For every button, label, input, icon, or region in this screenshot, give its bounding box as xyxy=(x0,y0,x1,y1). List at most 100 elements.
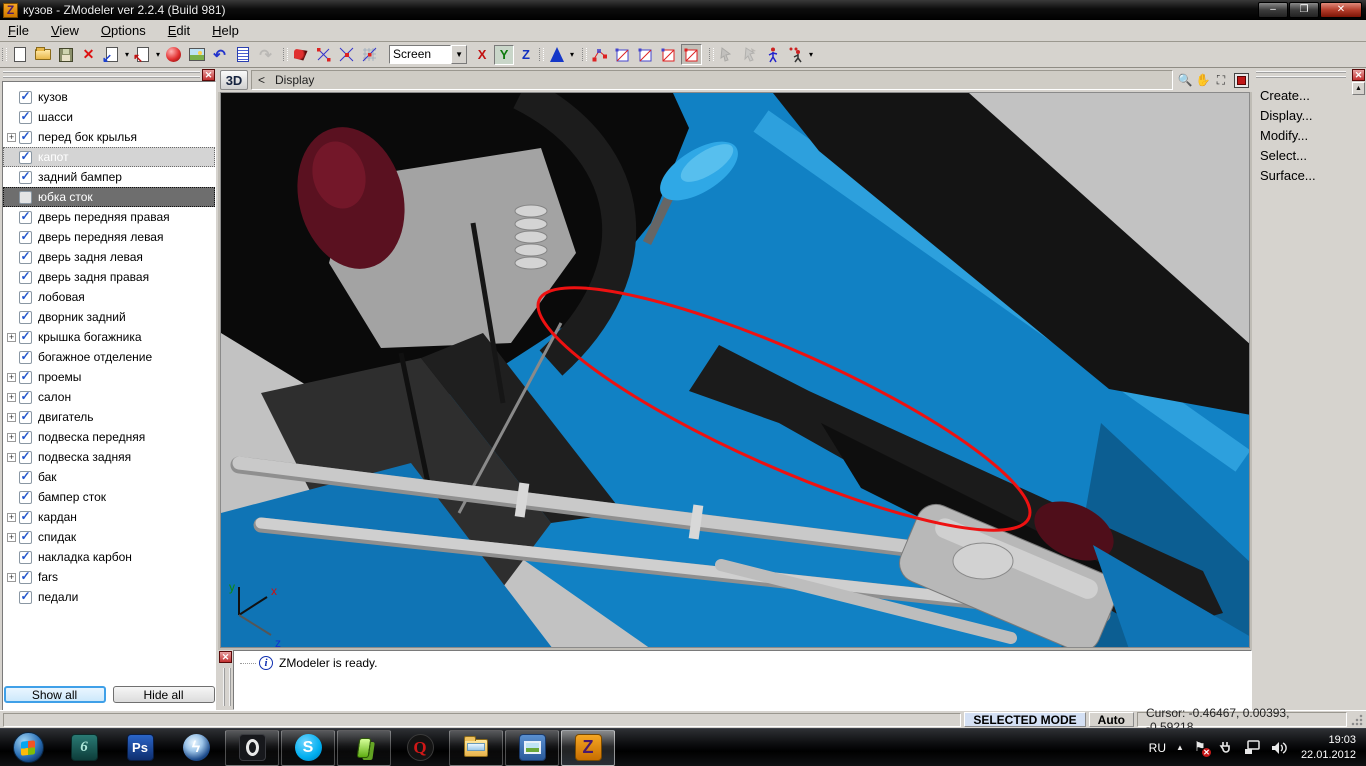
layer-row[interactable]: +✓подвеска передняя xyxy=(3,427,215,447)
save-icon[interactable] xyxy=(55,44,76,65)
expand-plus-icon[interactable]: + xyxy=(7,573,16,582)
zoom-icon[interactable]: 🔍 xyxy=(1176,71,1194,89)
taskbar-photoshop-button[interactable]: Ps xyxy=(113,730,167,766)
visibility-checkbox[interactable]: ✓ xyxy=(19,171,32,184)
visibility-checkbox[interactable]: ✓ xyxy=(19,531,32,544)
layer-row[interactable]: +✓дверь передняя левая xyxy=(3,227,215,247)
visibility-checkbox[interactable]: ✓ xyxy=(19,571,32,584)
volume-icon[interactable] xyxy=(1271,741,1287,755)
layer-row[interactable]: +✓подвеска задняя xyxy=(3,447,215,467)
dropdown-arrow-icon[interactable]: ▾ xyxy=(570,50,574,59)
axis-x-button[interactable]: X xyxy=(472,45,492,65)
history-log-icon[interactable] xyxy=(232,44,253,65)
person-multi-icon[interactable] xyxy=(785,44,806,65)
layer-row[interactable]: +✓бампер сток xyxy=(3,487,215,507)
taskbar-qip-button[interactable] xyxy=(337,730,391,766)
scroll-up-icon[interactable]: ▲ xyxy=(1352,82,1365,95)
layer-row[interactable]: +✓дверь задня левая xyxy=(3,247,215,267)
weld-icon[interactable] xyxy=(290,44,311,65)
vertex-grid-icon[interactable] xyxy=(359,44,380,65)
menu-view[interactable]: View xyxy=(43,21,93,41)
cone-icon[interactable] xyxy=(546,44,567,65)
taskbar-start-button[interactable] xyxy=(1,730,55,766)
restore-button[interactable]: ❐ xyxy=(1289,2,1319,18)
view-mode-tab[interactable]: 3D xyxy=(220,70,248,90)
export-icon[interactable]: ↖ xyxy=(132,44,153,65)
layer-row[interactable]: +✓кардан xyxy=(3,507,215,527)
delete-icon[interactable]: ✕ xyxy=(78,44,99,65)
auto-button[interactable]: Auto xyxy=(1089,712,1134,727)
resize-grip[interactable] xyxy=(1350,713,1364,727)
action-center-icon[interactable] xyxy=(1194,741,1208,755)
remove-hardware-icon[interactable] xyxy=(1218,740,1234,756)
command-surface[interactable]: Surface... xyxy=(1260,166,1350,186)
command-select[interactable]: Select... xyxy=(1260,146,1350,166)
taskbar-explorer-button[interactable] xyxy=(449,730,503,766)
taskbar-3ds-max-button[interactable]: 6 xyxy=(57,730,111,766)
command-create[interactable]: Create... xyxy=(1260,86,1350,106)
material-sphere-icon[interactable] xyxy=(163,44,184,65)
minimize-button[interactable]: – xyxy=(1258,2,1288,18)
language-indicator[interactable]: RU xyxy=(1149,741,1166,755)
expand-plus-icon[interactable]: + xyxy=(7,393,16,402)
redo-icon[interactable]: ↷ xyxy=(255,44,276,65)
command-display[interactable]: Display... xyxy=(1260,106,1350,126)
menu-help[interactable]: Help xyxy=(204,21,253,41)
show-all-button[interactable]: Show all xyxy=(4,686,106,703)
vertices-level-icon[interactable] xyxy=(589,44,610,65)
import-icon[interactable]: ↙ xyxy=(101,44,122,65)
texture-image-icon[interactable] xyxy=(186,44,207,65)
expand-plus-icon[interactable]: + xyxy=(7,133,16,142)
cube-edges-2-icon[interactable] xyxy=(635,44,656,65)
visibility-checkbox[interactable]: ✓ xyxy=(19,491,32,504)
open-folder-icon[interactable] xyxy=(32,44,53,65)
frame-select-icon[interactable]: ⛶ xyxy=(1212,71,1230,89)
commands-panel-close-icon[interactable]: ✕ xyxy=(1352,69,1365,81)
layer-row[interactable]: +✓дворник задний xyxy=(3,307,215,327)
cube-object-active-icon[interactable] xyxy=(681,44,702,65)
visibility-checkbox[interactable]: ✓ xyxy=(19,451,32,464)
vertex-cross-icon[interactable] xyxy=(336,44,357,65)
log-close-icon[interactable]: ✕ xyxy=(219,651,232,663)
expand-plus-icon[interactable]: + xyxy=(7,373,16,382)
taskbar-opera-button[interactable] xyxy=(225,730,279,766)
panel-drag-grip[interactable] xyxy=(3,71,200,78)
message-log-box[interactable]: i ZModeler is ready. xyxy=(233,650,1252,710)
visibility-checkbox[interactable]: ✓ xyxy=(19,191,32,204)
dropdown-arrow-icon[interactable]: ▾ xyxy=(156,50,160,59)
layer-row[interactable]: +✓юбка сток xyxy=(3,187,215,207)
layer-row[interactable]: +✓fars xyxy=(3,567,215,587)
lasso-icon[interactable] xyxy=(716,44,737,65)
cube-edges-icon[interactable] xyxy=(612,44,633,65)
layer-row[interactable]: +✓капот xyxy=(3,147,215,167)
visibility-checkbox[interactable]: ✓ xyxy=(19,211,32,224)
breadcrumb-back-icon[interactable]: < xyxy=(258,73,265,87)
layer-row[interactable]: +✓педали xyxy=(3,587,215,607)
viewport-canvas[interactable]: y x z xyxy=(220,92,1250,648)
network-icon[interactable] xyxy=(1244,740,1261,755)
taskbar-photoviewer-button[interactable] xyxy=(505,730,559,766)
cube-faces-icon[interactable] xyxy=(658,44,679,65)
visibility-checkbox[interactable]: ✓ xyxy=(19,91,32,104)
expand-plus-icon[interactable]: + xyxy=(7,433,16,442)
visibility-checkbox[interactable]: ✓ xyxy=(19,411,32,424)
hide-all-button[interactable]: Hide all xyxy=(113,686,215,703)
layer-row[interactable]: +✓перед бок крылья xyxy=(3,127,215,147)
visibility-checkbox[interactable]: ✓ xyxy=(19,431,32,444)
layer-row[interactable]: +✓шасси xyxy=(3,107,215,127)
layer-row[interactable]: +✓богажное отделение xyxy=(3,347,215,367)
visibility-checkbox[interactable]: ✓ xyxy=(19,151,32,164)
menu-file[interactable]: File xyxy=(0,21,43,41)
maximize-view-icon[interactable] xyxy=(1234,73,1249,88)
dropdown-arrow-icon[interactable]: ▾ xyxy=(125,50,129,59)
layer-row[interactable]: +✓крышка богажника xyxy=(3,327,215,347)
taskbar-zmodeler-button[interactable]: Z xyxy=(561,730,615,766)
expand-plus-icon[interactable]: + xyxy=(7,533,16,542)
taskbar-daemon-button[interactable]: ϟ xyxy=(169,730,223,766)
new-document-icon[interactable] xyxy=(9,44,30,65)
expand-plus-icon[interactable]: + xyxy=(7,453,16,462)
show-hidden-icons-icon[interactable]: ▲ xyxy=(1176,743,1184,752)
layer-row[interactable]: +✓кузов xyxy=(3,87,215,107)
panel-drag-grip[interactable] xyxy=(1256,71,1346,78)
viewport-breadcrumb[interactable]: < Display xyxy=(251,70,1173,90)
